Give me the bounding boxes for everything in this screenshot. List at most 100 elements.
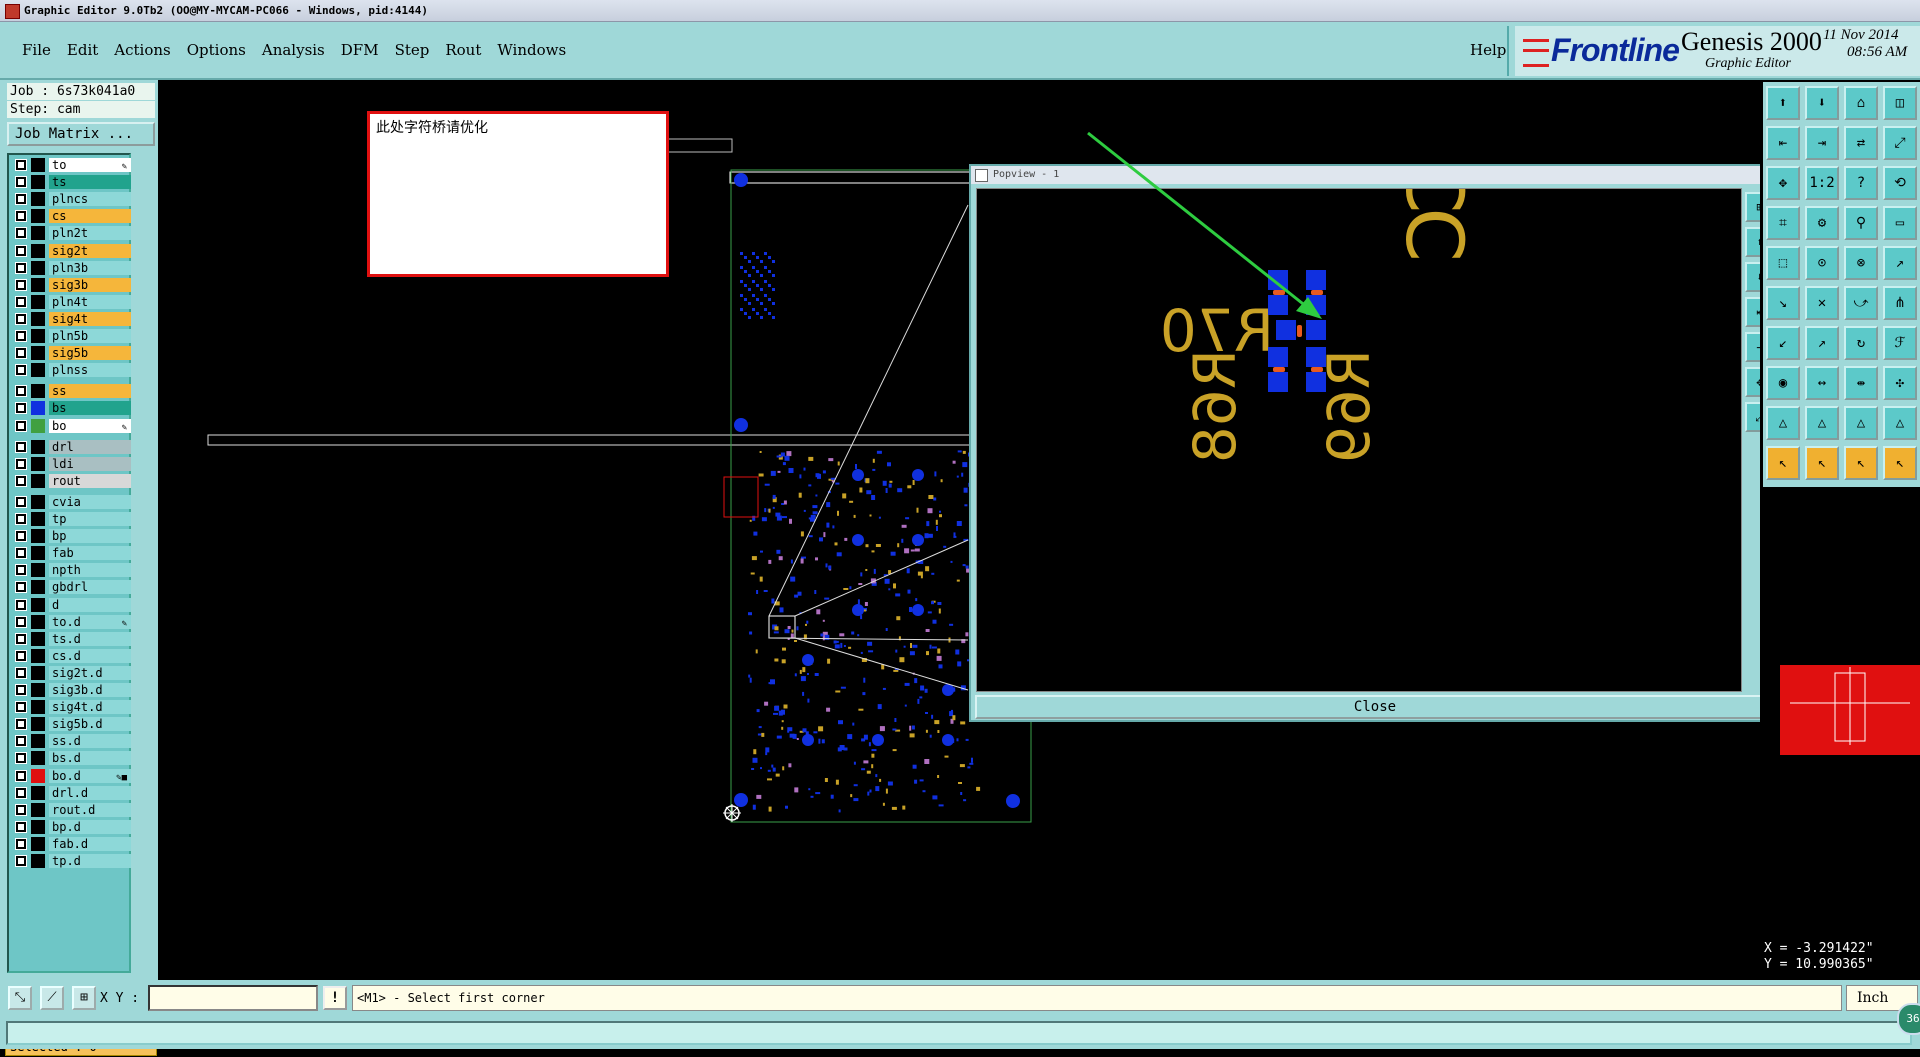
layer-row-ldi[interactable]: ldi [11,456,131,471]
layer-checkbox[interactable] [15,347,27,360]
notification-badge[interactable]: 36 [1897,1003,1920,1035]
layer-row-sig2t[interactable]: sig2t [11,243,131,258]
popview-close-button[interactable]: Close [975,695,1775,719]
job-matrix-button[interactable]: Job Matrix ... [7,122,155,146]
tool-button-icon[interactable]: ✣ [1883,366,1917,400]
layer-row-ss-d[interactable]: ss.d [11,734,131,749]
layer-list[interactable]: to ✎ ts plncs cs pln2t sig2t pln3b sig3b pln4t sig… [7,153,131,973]
tool-button-icon[interactable]: ↻ [1844,326,1878,360]
layer-checkbox[interactable] [15,564,27,577]
tool-button-icon[interactable]: ℱ [1883,326,1917,360]
tool-button-icon[interactable]: ⌂ [1844,86,1878,120]
layer-row-pln3b[interactable]: pln3b [11,260,131,275]
tool-button-icon[interactable]: 1:2 [1805,166,1839,200]
tool-button-icon[interactable]: ⤢ [1883,126,1917,160]
layer-row-sig5b[interactable]: sig5b [11,346,131,361]
menu-edit[interactable]: Edit [59,41,106,59]
tool-button-icon[interactable]: ↔ [1805,366,1839,400]
layer-row-pln2t[interactable]: pln2t [11,226,131,241]
layer-row-d[interactable]: d [11,597,131,612]
layer-checkbox[interactable] [15,718,27,731]
layer-checkbox[interactable] [15,581,27,594]
tool-button-icon[interactable]: ⟲ [1883,166,1917,200]
menu-windows[interactable]: Windows [489,41,574,59]
layer-checkbox[interactable] [15,261,27,274]
tool-button-icon[interactable]: ⬆ [1766,86,1800,120]
layer-row-drl[interactable]: drl [11,439,131,454]
tool-button-icon[interactable]: ⇹ [1844,366,1878,400]
layer-checkbox[interactable] [15,364,27,377]
layer-row-cs-d[interactable]: cs.d [11,648,131,663]
layer-checkbox[interactable] [15,701,27,714]
layer-checkbox[interactable] [15,855,27,867]
layer-row-sig3b-d[interactable]: sig3b.d [11,683,131,697]
zoom-area-icon[interactable]: ⤡ [8,986,32,1010]
layer-row-drl-d[interactable]: drl.d [11,785,131,800]
popview-canvas[interactable]: CC R70 R68 R69 [976,188,1742,692]
layer-checkbox[interactable] [15,385,27,398]
layer-row-fab-d[interactable]: fab.d [11,836,131,851]
layer-checkbox[interactable] [15,474,27,487]
tool-button-icon[interactable]: △ [1844,406,1878,440]
layer-checkbox[interactable] [15,666,27,679]
measure-icon[interactable]: ⟋ [40,986,64,1010]
layer-row-cs[interactable]: cs [11,209,131,224]
layer-row-ts[interactable]: ts [11,175,131,190]
layer-row-cvia[interactable]: cvia [11,494,131,509]
layer-row-npth[interactable]: npth [11,563,131,578]
tool-button-icon[interactable]: △ [1805,406,1839,440]
popview-window[interactable]: Popview - 1 ✕ CC R70 R68 R69 ⊞⬆⬇⇤⇥✥⤢ Clo… [969,164,1781,722]
layer-checkbox[interactable] [15,786,27,799]
layer-checkbox[interactable] [15,615,27,628]
tool-button-icon[interactable]: ↗ [1805,326,1839,360]
tool-button-icon[interactable]: ↖ [1766,446,1800,480]
alert-icon[interactable]: ! [323,986,347,1010]
layer-checkbox[interactable] [15,684,27,696]
layer-row-to[interactable]: to ✎ [11,158,131,172]
tool-button-icon[interactable]: ◫ [1883,86,1917,120]
layer-checkbox[interactable] [15,547,27,560]
layer-row-bs-d[interactable]: bs.d [11,751,131,766]
layer-row-sig2t-d[interactable]: sig2t.d [11,665,131,680]
layer-row-tp-d[interactable]: tp.d [11,854,131,868]
mini-map[interactable] [1780,665,1920,755]
layer-row-pln5b[interactable]: pln5b [11,329,131,343]
layer-row-rout-d[interactable]: rout.d [11,802,131,817]
popview-titlebar[interactable]: Popview - 1 ✕ [971,166,1779,184]
layer-row-bo-d[interactable]: bo.d ✎■ [11,768,131,783]
tool-button-icon[interactable]: ↗ [1883,246,1917,280]
layer-row-to-d[interactable]: to.d ✎ [11,614,131,629]
layer-checkbox[interactable] [15,820,27,833]
layer-checkbox[interactable] [15,330,27,342]
menu-file[interactable]: File [14,41,59,59]
layer-checkbox[interactable] [15,649,27,662]
layer-checkbox[interactable] [15,402,27,415]
layer-checkbox[interactable] [15,598,27,611]
tool-button-icon[interactable]: ⤻ [1844,286,1878,320]
tool-button-icon[interactable]: ⚲ [1844,206,1878,240]
tool-button-icon[interactable]: ⇄ [1844,126,1878,160]
layer-checkbox[interactable] [15,457,27,470]
layer-checkbox[interactable] [15,244,27,257]
layer-row-sig5b-d[interactable]: sig5b.d [11,717,131,732]
layer-checkbox[interactable] [15,440,27,453]
tool-button-icon[interactable]: ⬚ [1766,246,1800,280]
layer-row-ts-d[interactable]: ts.d [11,631,131,646]
layer-row-bp-d[interactable]: bp.d [11,819,131,834]
tool-button-icon[interactable]: ⚙ [1805,206,1839,240]
layer-checkbox[interactable] [15,159,27,171]
tool-button-icon[interactable]: ⊙ [1805,246,1839,280]
layer-checkbox[interactable] [15,513,27,525]
layer-checkbox[interactable] [15,735,27,748]
layer-row-bp[interactable]: bp [11,529,131,544]
menu-dfm[interactable]: DFM [333,41,387,59]
layer-checkbox[interactable] [15,632,27,645]
tool-button-icon[interactable]: ⇤ [1766,126,1800,160]
tool-button-icon[interactable]: ⇥ [1805,126,1839,160]
tool-button-icon[interactable]: △ [1883,406,1917,440]
menu-actions[interactable]: Actions [106,41,178,59]
menu-step[interactable]: Step [387,41,438,59]
tool-button-icon[interactable]: ⋔ [1883,286,1917,320]
layer-checkbox[interactable] [15,193,27,206]
layer-checkbox[interactable] [15,837,27,850]
